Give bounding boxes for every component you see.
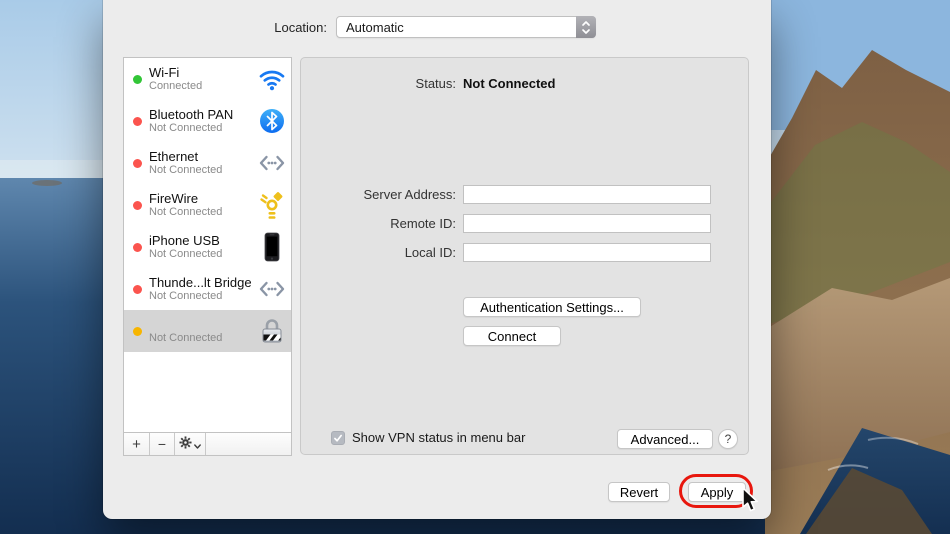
local-id-input[interactable] [463,243,711,262]
local-id-label: Local ID: [301,245,456,260]
service-status: Connected [149,80,202,93]
remote-id-label: Remote ID: [301,216,456,231]
remove-service-button[interactable]: − [150,433,175,455]
service-name: FireWire [149,191,222,206]
service-name [149,317,222,332]
add-service-button[interactable]: + [124,433,150,455]
service-status: Not Connected [149,164,222,177]
status-value: Not Connected [463,76,555,91]
status-dot-red [133,285,142,294]
remote-id-input[interactable] [463,214,711,233]
server-address-row: Server Address: [301,184,711,204]
service-row-bluetooth-pan[interactable]: Bluetooth PAN Not Connected [124,100,291,142]
desktop: Location: Automatic Wi-Fi Connect [0,0,950,534]
status-dot-red [133,201,142,210]
service-row-thunderbolt-bridge[interactable]: Thunde...lt Bridge Not Connected [124,268,291,310]
authentication-settings-button[interactable]: Authentication Settings... [463,297,641,317]
vpn-status-checkbox-row: Show VPN status in menu bar [331,430,525,445]
revert-button[interactable]: Revert [608,482,670,502]
help-button[interactable]: ? [718,429,738,449]
service-actions-button[interactable] [175,433,206,455]
service-name: iPhone USB [149,233,222,248]
apply-button[interactable]: Apply [688,482,746,502]
service-name: Bluetooth PAN [149,107,233,122]
status-dot-green [133,75,142,84]
status-label: Status: [301,76,456,91]
vpn-settings-pane: Status: Not Connected Server Address: Re… [300,57,749,455]
advanced-button[interactable]: Advanced... [617,429,713,449]
status-dot-red [133,159,142,168]
service-status: Not Connected [149,206,222,219]
wifi-icon [257,68,287,91]
popup-stepper-icon [576,16,596,38]
vpn-lock-icon [257,316,287,346]
ethernet-icon [257,278,287,300]
local-id-row: Local ID: [301,242,711,262]
service-row-ethernet[interactable]: Ethernet Not Connected [124,142,291,184]
status-row: Status: Not Connected [301,76,555,91]
chevron-down-icon [194,436,201,453]
firewire-icon [257,190,287,220]
service-row-wifi[interactable]: Wi-Fi Connected [124,58,291,100]
server-address-input[interactable] [463,185,711,204]
service-status: Not Connected [149,332,222,345]
vpn-status-checkbox-label: Show VPN status in menu bar [352,430,525,445]
bluetooth-icon [257,108,287,134]
iphone-icon [257,232,287,262]
location-popup[interactable]: Automatic [336,16,596,38]
mouse-cursor [740,486,762,519]
status-dot-amber [133,327,142,336]
network-preferences-window: Location: Automatic Wi-Fi Connect [103,0,771,519]
services-sidebar: Wi-Fi Connected [123,57,292,456]
service-status: Not Connected [149,248,222,261]
location-popup-value: Automatic [337,20,404,35]
service-row-firewire[interactable]: FireWire Not Connected [124,184,291,226]
service-status: Not Connected [149,122,233,135]
check-icon [333,433,343,443]
location-row: Location: Automatic [103,16,771,38]
status-dot-red [133,243,142,252]
service-name: Ethernet [149,149,222,164]
status-dot-red [133,117,142,126]
remote-id-row: Remote ID: [301,213,711,233]
sidebar-footer-toolbar: + − [124,432,291,455]
service-name: Thunde...lt Bridge [149,275,252,290]
vpn-status-checkbox[interactable] [331,431,345,445]
ethernet-icon [257,152,287,174]
service-status: Not Connected [149,290,252,303]
connect-button[interactable]: Connect [463,326,561,346]
location-label: Location: [103,20,327,35]
gear-icon [179,436,192,453]
services-list: Wi-Fi Connected [124,58,291,432]
server-address-label: Server Address: [301,187,456,202]
service-row-iphone-usb[interactable]: iPhone USB Not Connected [124,226,291,268]
service-name: Wi-Fi [149,65,202,80]
service-row-vpn-selected[interactable]: Not Connected [124,310,291,352]
